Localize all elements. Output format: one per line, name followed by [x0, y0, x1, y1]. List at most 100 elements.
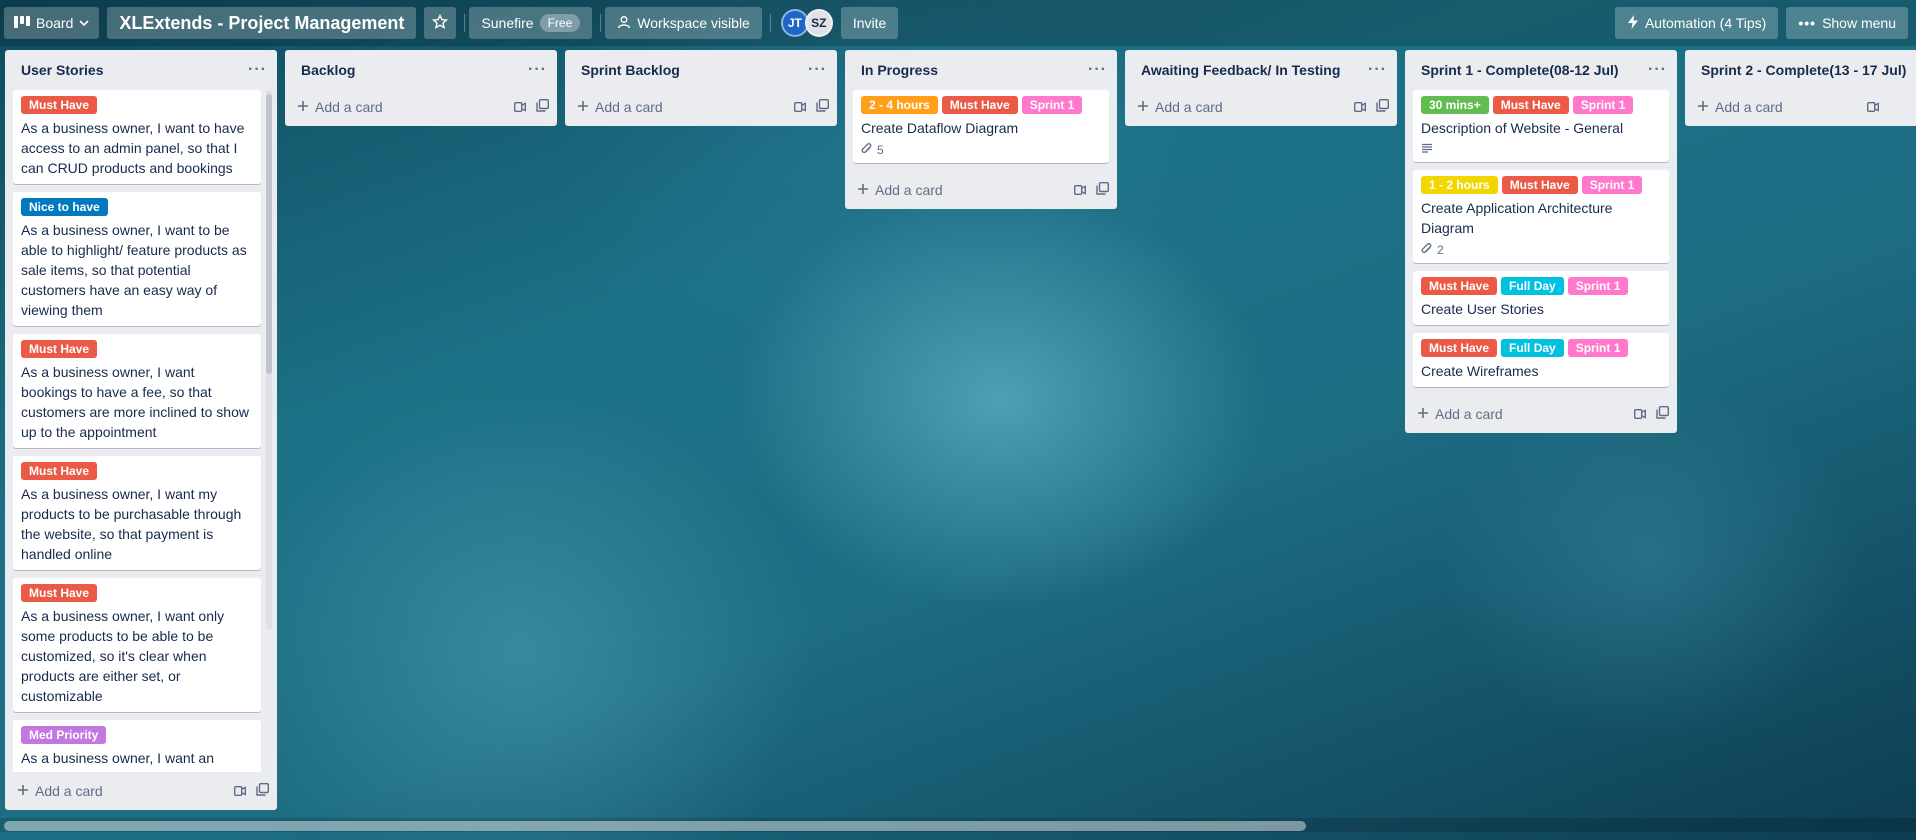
label-time-estimate[interactable]: 1 - 2 hours	[1421, 176, 1498, 194]
add-card-button[interactable]: Add a card	[1697, 99, 1783, 115]
template-icon[interactable]	[233, 783, 246, 799]
list-menu-icon[interactable]: ···	[1648, 61, 1667, 79]
list-header[interactable]: Backlog ···	[285, 50, 557, 90]
automation-button[interactable]: Automation (4 Tips)	[1614, 7, 1779, 39]
description-icon	[1421, 142, 1433, 156]
avatar[interactable]: SZ	[804, 9, 833, 37]
add-card-button[interactable]: Add a card	[1417, 406, 1503, 422]
card-title: Create Dataflow Diagram	[861, 120, 1019, 136]
list-title[interactable]: Sprint 1 - Complete(08-12 Jul)	[1421, 62, 1619, 78]
card[interactable]: Must Have As a business owner, I want my…	[13, 456, 261, 570]
list-menu-icon[interactable]: ···	[528, 61, 547, 79]
label-time-estimate[interactable]: Full Day	[1501, 277, 1564, 295]
template-icon[interactable]	[513, 99, 526, 115]
card[interactable]: Must Have Full Day Sprint 1 Create Wiref…	[1413, 333, 1669, 387]
list-menu-icon[interactable]: ···	[1368, 61, 1387, 79]
copy-card-icon[interactable]	[536, 98, 550, 115]
workspace-button[interactable]: Sunefire Free	[469, 7, 593, 39]
label-must-have[interactable]: Must Have	[941, 96, 1018, 114]
list-user-stories: User Stories ··· Must Have As a business…	[5, 50, 277, 810]
template-icon[interactable]	[1073, 182, 1086, 198]
label-sprint[interactable]: Sprint 1	[1021, 96, 1083, 114]
list-header[interactable]: In Progress ···	[845, 50, 1117, 90]
card[interactable]: Must Have As a business owner, I want bo…	[13, 334, 261, 448]
card-title: Description of Website - General	[1421, 120, 1624, 136]
list-header[interactable]: Sprint 1 - Complete(08-12 Jul) ···	[1405, 50, 1677, 90]
list-header[interactable]: Awaiting Feedback/ In Testing ···	[1125, 50, 1397, 90]
card[interactable]: Must Have As a business owner, I want to…	[13, 90, 261, 184]
label-must-have[interactable]: Must Have	[1421, 277, 1498, 295]
copy-card-icon[interactable]	[256, 782, 270, 799]
list-header[interactable]: User Stories ···	[5, 50, 277, 90]
copy-card-icon[interactable]	[1376, 98, 1390, 115]
label-sprint[interactable]: Sprint 1	[1581, 176, 1643, 194]
show-menu-button[interactable]: ••• Show menu	[1786, 7, 1908, 39]
visibility-button[interactable]: Workspace visible	[605, 7, 762, 39]
scrollbar-thumb[interactable]	[4, 821, 1306, 831]
label-time-estimate[interactable]: Full Day	[1501, 339, 1564, 357]
list-title[interactable]: Sprint Backlog	[581, 62, 680, 78]
board-horizontal-scrollbar[interactable]	[0, 818, 1916, 832]
card[interactable]: Must Have Full Day Sprint 1 Create User …	[1413, 271, 1669, 325]
list-menu-icon[interactable]: ···	[808, 61, 827, 79]
add-card-label: Add a card	[1435, 406, 1503, 422]
card[interactable]: 2 - 4 hours Must Have Sprint 1 Create Da…	[853, 90, 1109, 163]
label-must-have[interactable]: Must Have	[21, 584, 98, 602]
label-must-have[interactable]: Must Have	[21, 96, 98, 114]
list-menu-icon[interactable]: ···	[248, 61, 267, 79]
card[interactable]: Med Priority As a business owner, I want…	[13, 720, 261, 772]
list-title[interactable]: User Stories	[21, 62, 103, 78]
show-menu-label: Show menu	[1822, 15, 1896, 31]
board-title[interactable]: XLExtends - Project Management	[107, 7, 417, 39]
label-must-have[interactable]: Must Have	[1421, 339, 1498, 357]
more-icon: •••	[1798, 15, 1817, 31]
card[interactable]: Nice to have As a business owner, I want…	[13, 192, 261, 326]
list-title[interactable]: Sprint 2 - Complete(13 - 17 Jul)	[1701, 62, 1906, 78]
label-must-have[interactable]: Must Have	[1501, 176, 1578, 194]
add-card-button[interactable]: Add a card	[297, 99, 383, 115]
label-must-have[interactable]: Must Have	[21, 340, 98, 358]
invite-button[interactable]: Invite	[840, 7, 899, 39]
copy-card-icon[interactable]	[1656, 405, 1670, 422]
add-card-row: Add a card	[5, 772, 277, 810]
divider	[464, 14, 466, 32]
add-card-label: Add a card	[35, 783, 103, 799]
add-card-button[interactable]: Add a card	[1137, 99, 1223, 115]
star-button[interactable]	[424, 7, 457, 39]
copy-card-icon[interactable]	[1096, 181, 1110, 198]
list-title[interactable]: Awaiting Feedback/ In Testing	[1141, 62, 1340, 78]
add-card-row: Add a card	[845, 171, 1117, 209]
label-sprint[interactable]: Sprint 1	[1567, 277, 1629, 295]
scrollbar-thumb[interactable]	[266, 94, 272, 374]
card[interactable]: 30 mins+ Must Have Sprint 1 Description …	[1413, 90, 1669, 162]
label-time-estimate[interactable]: 2 - 4 hours	[861, 96, 938, 114]
template-icon[interactable]	[1633, 406, 1646, 422]
card[interactable]: Must Have As a business owner, I want on…	[13, 578, 261, 712]
label-must-have[interactable]: Must Have	[21, 462, 98, 480]
list-scrollbar[interactable]	[266, 90, 272, 630]
card[interactable]: 1 - 2 hours Must Have Sprint 1 Create Ap…	[1413, 170, 1669, 263]
label-sprint[interactable]: Sprint 1	[1567, 339, 1629, 357]
board-canvas: User Stories ··· Must Have As a business…	[0, 50, 1916, 820]
list-header[interactable]: Sprint Backlog ···	[565, 50, 837, 90]
label-med-priority[interactable]: Med Priority	[21, 726, 107, 744]
list-menu-icon[interactable]: ···	[1088, 61, 1107, 79]
label-sprint[interactable]: Sprint 1	[1572, 96, 1634, 114]
template-icon[interactable]	[1866, 99, 1879, 115]
list-header[interactable]: Sprint 2 - Complete(13 - 17 Jul)	[1685, 50, 1916, 90]
list-title[interactable]: Backlog	[301, 62, 355, 78]
copy-card-icon[interactable]	[816, 98, 830, 115]
card-title: As a business owner, I want an available…	[21, 750, 240, 772]
card-list: 30 mins+ Must Have Sprint 1 Description …	[1405, 90, 1677, 395]
template-icon[interactable]	[793, 99, 806, 115]
label-time-estimate[interactable]: 30 mins+	[1421, 96, 1489, 114]
list-title[interactable]: In Progress	[861, 62, 938, 78]
add-card-button[interactable]: Add a card	[577, 99, 663, 115]
board-view-switcher[interactable]: Board	[4, 7, 100, 39]
label-nice-to-have[interactable]: Nice to have	[21, 198, 108, 216]
add-card-button[interactable]: Add a card	[857, 182, 943, 198]
template-icon[interactable]	[1353, 99, 1366, 115]
add-card-button[interactable]: Add a card	[17, 783, 103, 799]
add-card-label: Add a card	[595, 99, 663, 115]
label-must-have[interactable]: Must Have	[1492, 96, 1569, 114]
